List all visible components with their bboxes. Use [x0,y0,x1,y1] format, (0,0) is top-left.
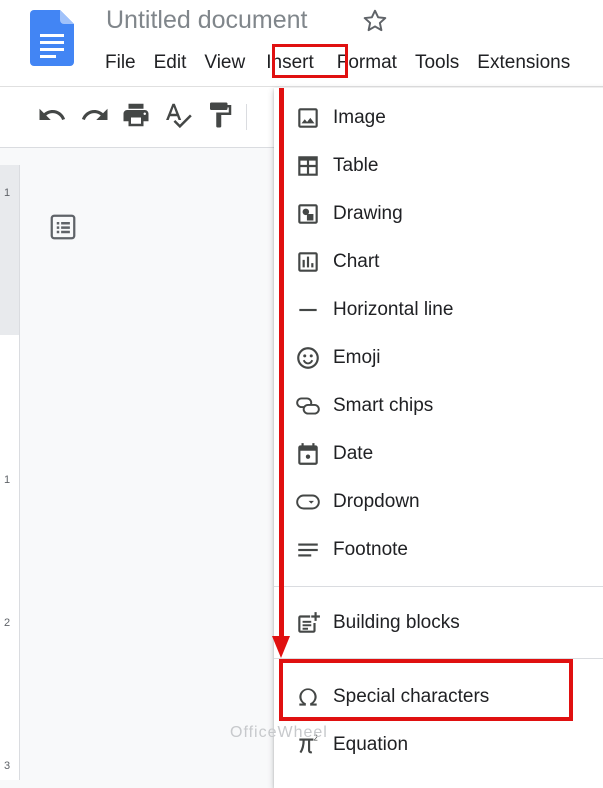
insert-menu-image[interactable]: Image [274,94,603,142]
smart-chips-icon [295,393,321,419]
table-icon [295,153,321,179]
menu-item-label: Building blocks [333,612,460,633]
watermark: OfficeWheel [230,724,328,741]
document-page[interactable] [20,165,280,780]
menu-item-label: Footnote [333,539,408,560]
insert-menu-chart[interactable]: Chart [274,238,603,286]
menu-file[interactable]: File [96,48,145,78]
document-title[interactable]: Untitled document [106,6,308,35]
image-icon [295,105,321,131]
footnote-icon [295,537,321,563]
document-outline-icon[interactable] [48,212,78,242]
building-blocks-icon [295,610,321,636]
insert-menu-building-blocks[interactable]: Building blocks [274,599,603,647]
insert-menu-horizontal-line[interactable]: Horizontal line [274,286,603,334]
drawing-icon [295,201,321,227]
dropdown-icon [295,489,321,515]
toolbar-divider [246,104,247,130]
insert-menu-date[interactable]: Date [274,430,603,478]
menu-edit[interactable]: Edit [145,48,196,78]
menu-item-label: Image [333,107,386,128]
annotation-arrowhead [272,636,290,658]
chart-icon [295,249,321,275]
ruler-label: 1 [4,474,11,486]
star-icon[interactable] [362,8,388,34]
undo-icon[interactable] [37,100,67,130]
menu-item-label: Date [333,443,374,464]
insert-menu-smart-chips[interactable]: Smart chips [274,382,603,430]
horizontal-line-icon [295,297,321,323]
menu-item-label: Equation [333,734,409,755]
menu-tools[interactable]: Tools [406,48,468,78]
insert-menu-footnote[interactable]: Footnote [274,526,603,574]
ruler-label: 1 [4,187,11,199]
ruler-label: 2 [4,617,11,629]
menu-view[interactable]: View [195,48,254,78]
menu-divider [274,586,603,587]
menu-item-label: Horizontal line [333,299,454,320]
insert-menu-dropdown[interactable]: Dropdown [274,478,603,526]
insert-menu-table[interactable]: Table [274,142,603,190]
menu-item-label: Table [333,155,379,176]
menu-item-label: Dropdown [333,491,420,512]
annotation-highlight-special-characters [279,659,573,721]
menu-extensions[interactable]: Extensions [468,48,579,78]
print-icon[interactable] [121,100,151,130]
annotation-arrow-shaft [279,88,284,640]
ruler-label: 3 [4,760,11,772]
menu-item-label: Drawing [333,203,403,224]
menu-item-label: Chart [333,251,380,272]
emoji-icon [295,345,321,371]
spellcheck-icon[interactable] [163,100,193,130]
redo-icon[interactable] [80,100,110,130]
paint-format-icon[interactable] [205,100,235,130]
menu-item-label: Emoji [333,347,381,368]
insert-menu-emoji[interactable]: Emoji [274,334,603,382]
insert-menu-drawing[interactable]: Drawing [274,190,603,238]
google-docs-logo-icon[interactable] [30,10,74,66]
annotation-highlight-insert [272,44,348,78]
menu-item-label: Smart chips [333,395,434,416]
calendar-icon [295,441,321,467]
